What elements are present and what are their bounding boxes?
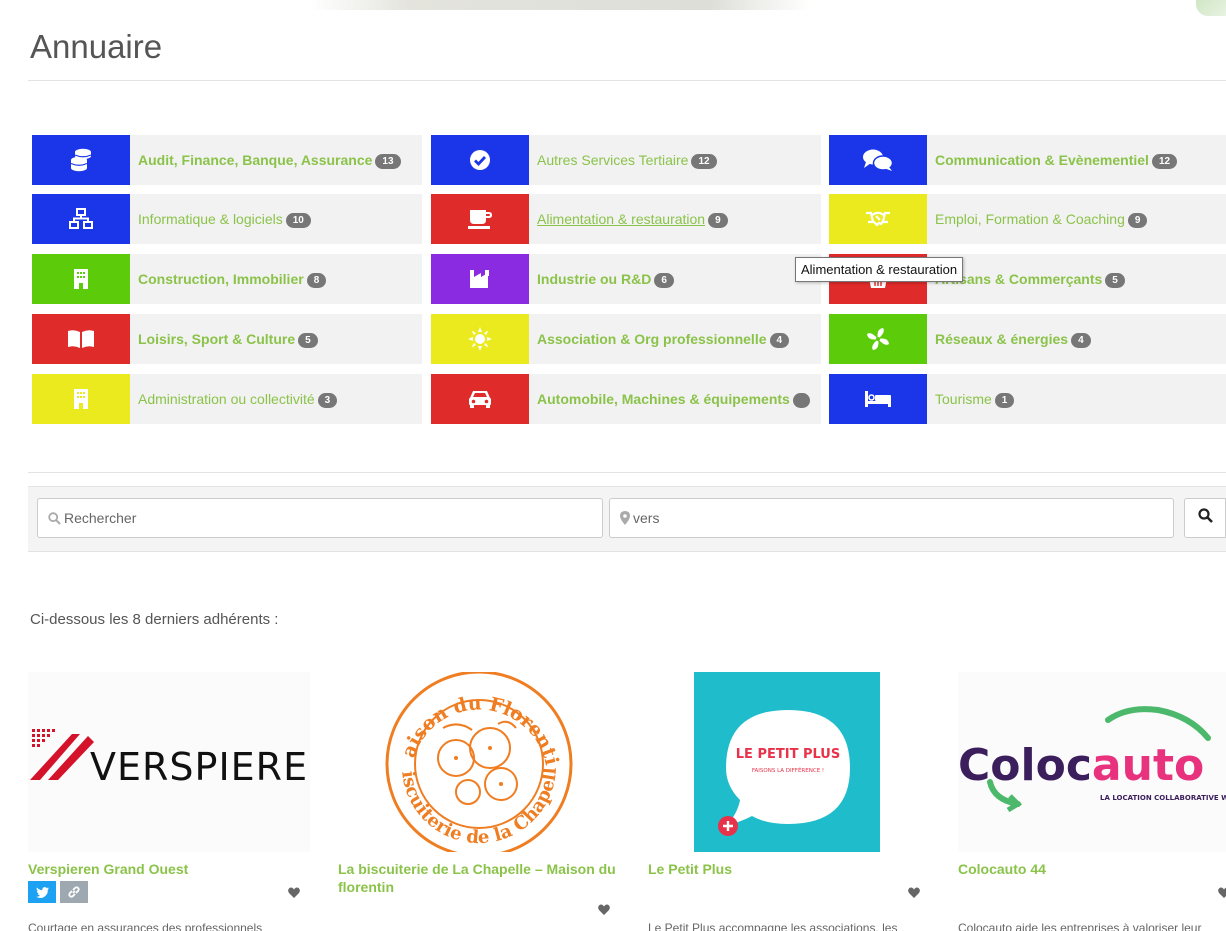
category-alimentation[interactable]: Alimentation & restauration 9: [431, 194, 821, 244]
category-administration[interactable]: Administration ou collectivité 3: [32, 374, 422, 424]
category-automobile[interactable]: Automobile, Machines & équipements: [431, 374, 821, 424]
category-informatique[interactable]: Informatique & logiciels 10: [32, 194, 422, 244]
location-input[interactable]: vers: [609, 498, 1174, 538]
member-logo[interactable]: Maison du Florentin Biscuiterie de la Ch…: [338, 672, 620, 852]
heart-icon[interactable]: [908, 887, 920, 898]
count-badge: 8: [306, 272, 327, 288]
car-icon: [431, 374, 529, 424]
search-icon: [48, 511, 61, 525]
member-logo[interactable]: Colocauto LA LOCATION COLLABORATIVE WIN …: [958, 672, 1226, 852]
svg-text:Colocauto: Colocauto: [958, 740, 1204, 791]
coffee-cup-icon: [431, 194, 529, 244]
divider: [28, 80, 1226, 81]
industry-icon: [431, 254, 529, 304]
social-links: [28, 881, 88, 903]
colocauto-logo: Colocauto LA LOCATION COLLABORATIVE WIN …: [958, 706, 1226, 813]
member-name[interactable]: Le Petit Plus: [648, 860, 930, 878]
svg-text:FAISONS LA DIFFÉRENCE !: FAISONS LA DIFFÉRENCE !: [752, 766, 824, 774]
twitter-icon[interactable]: [28, 881, 56, 903]
count-badge: 6: [654, 272, 674, 288]
divider: [28, 472, 1226, 473]
book-open-icon: [32, 314, 130, 364]
tooltip: Alimentation & restauration: [795, 257, 964, 282]
page-title: Annuaire: [30, 28, 163, 65]
le-petit-plus-logo: LE PETIT PLUS FAISONS LA DIFFÉRENCE !: [694, 672, 880, 852]
handshake-icon: [829, 194, 927, 244]
sitemap-icon: [32, 194, 130, 244]
search-button[interactable]: [1184, 498, 1226, 538]
search-input[interactable]: Rechercher: [37, 498, 603, 538]
member-description: Colocauto aide les entreprises à valoris…: [958, 921, 1202, 931]
count-badge: 12: [1151, 153, 1178, 169]
category-tourisme[interactable]: Tourisme 1: [829, 374, 1226, 424]
member-name[interactable]: La biscuiterie de La Chapelle – Maison d…: [338, 860, 620, 896]
svg-text:Biscuiterie de la Chapelle: Biscuiterie de la Chapelle: [338, 672, 561, 848]
heart-icon[interactable]: [1218, 887, 1226, 898]
member-name[interactable]: Colocauto 44: [958, 860, 1226, 878]
count-badge: 10: [285, 212, 311, 228]
search-icon: [1197, 508, 1213, 528]
member-card: VERSPIEREN Verspieren Grand Ouest Courta…: [28, 672, 310, 931]
count-badge: 9: [1127, 212, 1148, 228]
count-badge: 9: [708, 212, 728, 228]
category-grid: Audit, Finance, Banque, Assurance 13 Autr…: [32, 135, 1226, 424]
count-badge: 4: [769, 332, 790, 348]
count-badge: 5: [1105, 272, 1125, 288]
count-badge: [792, 392, 810, 408]
maison-florentin-logo: Maison du Florentin Biscuiterie de la Ch…: [338, 672, 573, 852]
member-card: Colocauto LA LOCATION COLLABORATIVE WIN …: [958, 672, 1226, 931]
category-audit-finance[interactable]: Audit, Finance, Banque, Assurance 13: [32, 135, 422, 185]
link-icon[interactable]: [60, 881, 88, 903]
heart-icon[interactable]: [288, 887, 300, 898]
leaf-decoration: [1196, 0, 1226, 16]
category-industrie[interactable]: Industrie ou R&D 6: [431, 254, 821, 304]
svg-text:LE PETIT PLUS: LE PETIT PLUS: [736, 747, 840, 762]
search-bar: Rechercher vers: [28, 486, 1226, 552]
category-communication[interactable]: Communication & Evènementiel 12: [829, 135, 1226, 185]
fan-icon: [829, 314, 927, 364]
count-badge: 4: [1071, 332, 1091, 348]
count-badge: 1: [994, 392, 1015, 408]
sun-icon: [431, 314, 529, 364]
building-icon: [32, 374, 130, 424]
count-badge: 5: [298, 332, 318, 348]
category-reseaux-energies[interactable]: Réseaux & énergies 4: [829, 314, 1226, 364]
map-marker-icon: [620, 511, 630, 525]
category-autres-services[interactable]: Autres Services Tertiaire 12: [431, 135, 821, 185]
member-card: Maison du Florentin Biscuiterie de la Ch…: [338, 672, 620, 915]
category-loisirs[interactable]: Loisirs, Sport & Culture 5: [32, 314, 422, 364]
member-description: Le Petit Plus accompagne les association…: [648, 921, 898, 931]
member-logo[interactable]: LE PETIT PLUS FAISONS LA DIFFÉRENCE !: [648, 672, 930, 852]
svg-text:VERSPIEREN: VERSPIEREN: [90, 745, 310, 789]
category-construction[interactable]: Construction, Immobilier 8: [32, 254, 422, 304]
comments-icon: [829, 135, 927, 185]
member-description: Courtage en assurances des professionnel…: [28, 921, 263, 931]
member-card: LE PETIT PLUS FAISONS LA DIFFÉRENCE ! Le…: [648, 672, 930, 931]
bed-icon: [829, 374, 927, 424]
member-name[interactable]: Verspieren Grand Ouest: [28, 860, 310, 878]
members-intro: Ci-dessous les 8 derniers adhérents :: [30, 611, 279, 628]
svg-text:LA LOCATION COLLABORATIVE WIN: LA LOCATION COLLABORATIVE WIN WIN: [1100, 794, 1226, 802]
coins-icon: [32, 135, 130, 185]
count-badge: 12: [691, 153, 717, 169]
category-association[interactable]: Association & Org professionnelle 4: [431, 314, 821, 364]
check-circle-icon: [431, 135, 529, 185]
building-icon: [32, 254, 130, 304]
heart-icon[interactable]: [598, 904, 610, 915]
count-badge: 3: [317, 392, 338, 408]
verspieren-logo: VERSPIEREN: [30, 729, 310, 789]
top-decoration: [0, 0, 1226, 16]
member-logo[interactable]: VERSPIEREN: [28, 672, 310, 852]
count-badge: 13: [375, 153, 401, 169]
category-emploi-formation[interactable]: Emploi, Formation & Coaching 9: [829, 194, 1226, 244]
